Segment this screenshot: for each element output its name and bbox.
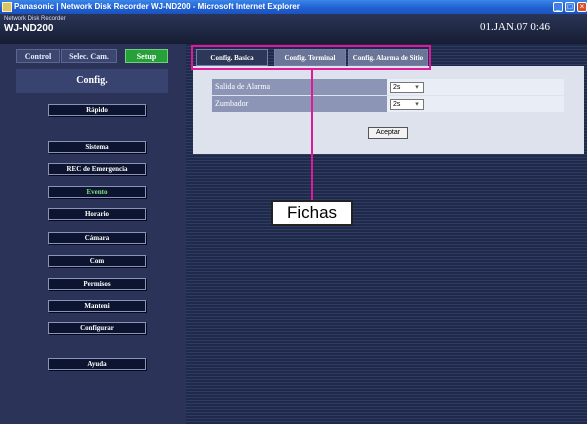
menu-button-configurar[interactable]: Configurar	[48, 322, 146, 334]
setting-label-zumbador: Zumbador	[215, 99, 249, 108]
callout-line	[311, 70, 313, 200]
window-title-bar: Panasonic | Network Disk Recorder WJ-ND2…	[0, 0, 587, 14]
callout-label: Fichas	[271, 200, 353, 226]
menu-button-rec-emergencia[interactable]: REC de Emergencia	[48, 163, 146, 175]
tab-control[interactable]: Control	[16, 49, 60, 63]
menu-button-manteni[interactable]: Manteni	[48, 300, 146, 312]
config-title: Config.	[16, 69, 168, 93]
accept-button[interactable]: Aceptar	[368, 127, 408, 139]
chevron-down-icon[interactable]: ▾	[412, 100, 422, 109]
tabs-highlight-box	[191, 45, 431, 70]
menu-button-horario[interactable]: Horario	[48, 208, 146, 220]
menu-button-ayuda[interactable]: Ayuda	[48, 358, 146, 370]
menu-button-camara[interactable]: Cámara	[48, 232, 146, 244]
menu-button-evento[interactable]: Evento	[48, 186, 146, 198]
setting-label-salida-alarma: Salida de Alarma	[215, 82, 271, 91]
brand-subtitle: Network Disk Recorder	[4, 16, 66, 22]
chevron-down-icon[interactable]: ▾	[412, 83, 422, 92]
close-button[interactable]: ×	[577, 2, 587, 12]
maximize-button[interactable]: □	[565, 2, 575, 12]
menu-button-permisos[interactable]: Permisos	[48, 278, 146, 290]
datetime-display: 01.JAN.07 0:46	[480, 21, 550, 33]
tab-setup[interactable]: Setup	[125, 49, 168, 63]
tab-selec-cam[interactable]: Selec. Cam.	[61, 49, 117, 63]
minimize-button[interactable]: _	[553, 2, 563, 12]
menu-button-sistema[interactable]: Sistema	[48, 141, 146, 153]
app-icon	[2, 2, 12, 12]
menu-button-rapido[interactable]: Rápido	[48, 104, 146, 116]
brand-model: WJ-ND200	[4, 23, 54, 34]
menu-button-com[interactable]: Com	[48, 255, 146, 267]
